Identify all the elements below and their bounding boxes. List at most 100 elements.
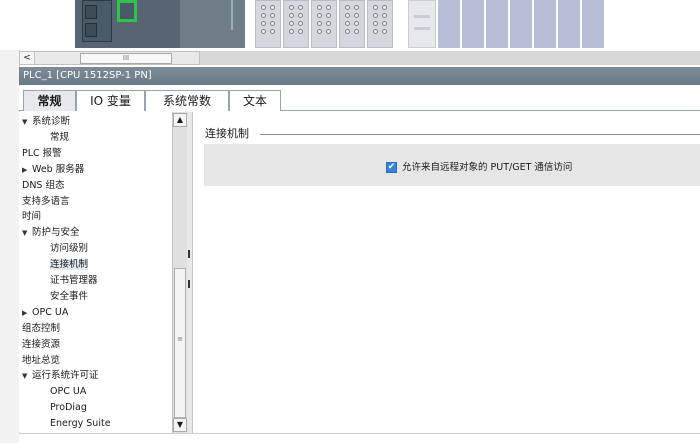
- io-terminal: [382, 5, 387, 10]
- io-terminal: [270, 13, 275, 18]
- expanded-arrow-icon[interactable]: ▼: [22, 115, 32, 130]
- device-view-footer: [200, 51, 700, 65]
- nav-item[interactable]: ▼ 防护与安全: [22, 225, 80, 240]
- nav-item[interactable]: 组态控制: [22, 321, 60, 336]
- empty-slot[interactable]: [510, 0, 532, 48]
- io-terminal: [373, 5, 378, 10]
- expanded-arrow-icon[interactable]: ▼: [22, 226, 32, 241]
- properties-content: 连接机制 ✔ 允许来自远程对象的 PUT/GET 通信访问: [193, 112, 700, 443]
- nav-item[interactable]: 安全事件: [50, 289, 88, 304]
- put-get-checkbox-label[interactable]: 允许来自远程对象的 PUT/GET 通信访问: [402, 162, 572, 174]
- nav-item-label: 安全事件: [50, 290, 89, 302]
- rack-background-light: [180, 0, 245, 48]
- io-terminal: [326, 29, 331, 34]
- io-module[interactable]: [283, 0, 309, 48]
- nav-item-label: 时间: [22, 211, 42, 223]
- io-terminal: [317, 21, 322, 26]
- collapsed-arrow-icon[interactable]: ▶: [22, 306, 32, 321]
- tab-io-tags[interactable]: IO 变量: [76, 90, 145, 111]
- device-view-hscrollbar[interactable]: < III: [19, 51, 200, 65]
- collapsed-arrow-icon[interactable]: ▶: [22, 163, 32, 178]
- nav-item-label: 地址总览: [22, 354, 61, 366]
- nav-item[interactable]: ▼ 运行系统许可证: [22, 368, 99, 383]
- nav-vscrollbar[interactable]: ▲ ≡ ▼: [172, 112, 187, 433]
- nav-item[interactable]: Energy Suite: [50, 416, 111, 431]
- nav-item-label: PLC 报警: [22, 147, 62, 159]
- io-module[interactable]: [311, 0, 337, 48]
- nav-item[interactable]: 地址总览: [22, 353, 60, 368]
- nav-item[interactable]: ▶ Web 服务器: [22, 162, 84, 177]
- server-module[interactable]: [408, 0, 436, 48]
- rack-divider: [231, 0, 233, 30]
- io-terminal: [382, 13, 387, 18]
- splitter-grip: [188, 280, 190, 288]
- nav-item-label: OPC UA: [50, 386, 87, 398]
- hscroll-thumb[interactable]: III: [80, 53, 172, 64]
- nav-item[interactable]: ProDiag: [50, 400, 87, 415]
- left-gutter: [0, 0, 20, 443]
- nav-item[interactable]: 常规: [50, 130, 69, 145]
- empty-slot[interactable]: [558, 0, 580, 48]
- nav-item[interactable]: ▶ OPC UA: [22, 305, 68, 320]
- empty-slot[interactable]: [462, 0, 484, 48]
- io-module[interactable]: [367, 0, 393, 48]
- nav-item-label: 访问级别: [50, 243, 89, 255]
- cpu-module[interactable]: [82, 0, 112, 42]
- nav-item[interactable]: 连接机制: [50, 257, 89, 272]
- empty-slot-group: [438, 0, 606, 48]
- nav-item-label: OPC UA: [32, 306, 69, 318]
- scroll-left-button[interactable]: <: [20, 52, 35, 64]
- nav-item[interactable]: 支持多语言: [22, 194, 70, 209]
- io-terminal: [354, 21, 359, 26]
- cpu-port: [85, 5, 97, 19]
- property-nav-tree: ▼ 系统诊断 常规 PLC 报警 ▶ Web 服务器 DNS 组态 支持多语言 时间 ▼ 防护与安全…: [19, 112, 171, 432]
- nav-item[interactable]: DNS 组态: [22, 178, 64, 193]
- io-terminal: [317, 5, 322, 10]
- empty-slot[interactable]: [582, 0, 604, 48]
- properties-tab-row: 常规 IO 变量 系统常数 文本: [19, 86, 700, 111]
- io-terminal: [298, 21, 303, 26]
- io-terminal: [345, 5, 350, 10]
- io-terminal: [317, 13, 322, 18]
- nav-item[interactable]: 证书管理器: [50, 273, 98, 288]
- io-terminal: [289, 21, 294, 26]
- io-terminal: [354, 13, 359, 18]
- io-terminal: [289, 5, 294, 10]
- io-terminal: [382, 29, 387, 34]
- device-view-area: [0, 0, 700, 50]
- io-module[interactable]: [339, 0, 365, 48]
- io-terminal: [354, 5, 359, 10]
- nav-item-label: 连接资源: [22, 338, 61, 350]
- nav-item-label: 系统诊断: [32, 116, 71, 127]
- tab-general[interactable]: 常规: [23, 90, 76, 111]
- io-terminal: [298, 29, 303, 34]
- selected-module-indicator[interactable]: [117, 0, 137, 22]
- server-module-stripe: [414, 27, 430, 30]
- empty-slot[interactable]: [438, 0, 460, 48]
- bottom-edge: [19, 433, 700, 444]
- empty-slot[interactable]: [486, 0, 508, 48]
- nav-item[interactable]: 时间: [22, 209, 41, 224]
- tab-texts[interactable]: 文本: [229, 90, 281, 111]
- scroll-down-button[interactable]: ▼: [173, 418, 187, 432]
- scroll-up-button[interactable]: ▲: [173, 113, 187, 127]
- io-terminal: [261, 21, 266, 26]
- empty-slot[interactable]: [534, 0, 556, 48]
- io-terminal: [261, 29, 266, 34]
- tab-system-constants[interactable]: 系统常数: [145, 90, 229, 111]
- nav-item[interactable]: PLC 报警: [22, 146, 62, 161]
- io-terminal: [289, 13, 294, 18]
- vscroll-thumb[interactable]: ≡: [174, 268, 186, 418]
- io-terminal: [326, 5, 331, 10]
- nav-item[interactable]: OPC UA: [50, 384, 86, 399]
- nav-item[interactable]: ▼ 系统诊断: [22, 114, 70, 129]
- cpu-port: [85, 23, 97, 37]
- io-terminal: [326, 13, 331, 18]
- io-module[interactable]: [255, 0, 281, 48]
- put-get-checkbox[interactable]: ✔: [386, 162, 397, 173]
- nav-item[interactable]: 访问级别: [50, 241, 88, 256]
- io-terminal: [261, 5, 266, 10]
- expanded-arrow-icon[interactable]: ▼: [22, 369, 32, 384]
- nav-item[interactable]: 连接资源: [22, 337, 60, 352]
- io-terminal: [345, 29, 350, 34]
